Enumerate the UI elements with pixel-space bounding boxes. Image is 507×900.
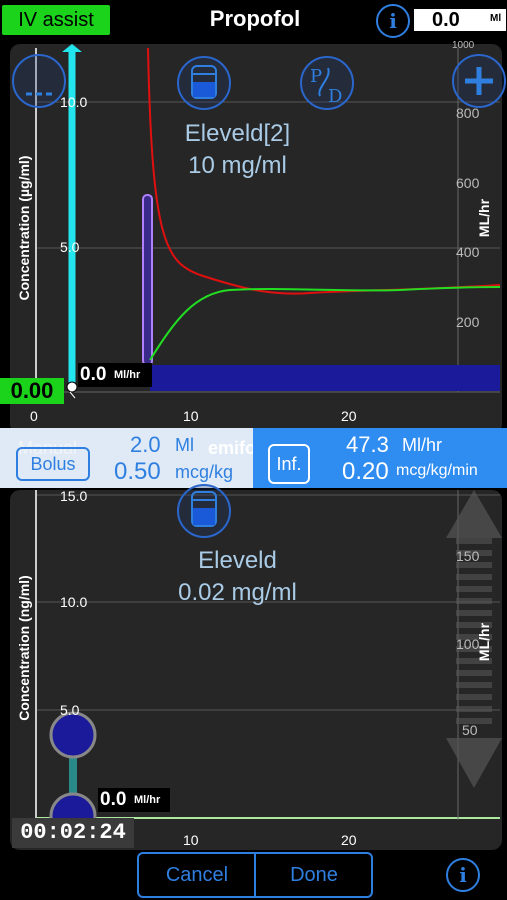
- rate-scale-bar: [456, 586, 492, 592]
- rate-down-arrow: [446, 738, 502, 788]
- infusion-dose: 0.20: [342, 458, 389, 485]
- cancel-button[interactable]: Cancel: [139, 853, 255, 897]
- right-axis-label: ML/hr: [476, 622, 492, 662]
- bolus-volume-unit: Ml: [175, 435, 194, 455]
- time-slider-arrow: [62, 44, 82, 52]
- right-tick: 1000: [452, 40, 475, 51]
- rate-up-arrow: [446, 490, 502, 538]
- bottom-x-tick: 20: [341, 832, 357, 848]
- svg-text:P: P: [310, 66, 322, 87]
- add-button[interactable]: [452, 54, 506, 108]
- infusion-dose-unit: mcg/kg/min: [396, 462, 478, 479]
- drug-concentration-label: 10 mg/ml: [188, 152, 287, 179]
- bottom-x-tick: 10: [183, 832, 199, 848]
- time-slider-tick: [69, 391, 76, 399]
- syringe-button[interactable]: [177, 484, 231, 538]
- top-rate-value: 0.0: [80, 364, 107, 385]
- bottom-rate-unit: Ml/hr: [134, 794, 161, 806]
- infusion-rate-unit: Ml/hr: [402, 435, 442, 455]
- dots-icon: [26, 92, 52, 96]
- pd-icon: P D: [310, 66, 342, 107]
- syringe-icon: [191, 491, 217, 527]
- drug-concentration-label: 0.02 mg/ml: [178, 579, 297, 606]
- rate-scale-bar: [456, 574, 492, 580]
- bottom-y-axis-label: Concentration (ng/ml): [16, 575, 32, 721]
- infusion-bar: [150, 365, 500, 391]
- right-tick: 50: [462, 722, 478, 738]
- rate-scale-bar: [456, 598, 492, 604]
- bolus-handle-top: [49, 711, 97, 759]
- bolus-dose-unit: mcg/kg: [175, 462, 234, 482]
- infusion-rate: 47.3: [346, 432, 389, 457]
- bolus-button[interactable]: Bolus: [16, 447, 90, 481]
- top-rate-label: 0.0 Ml/hr: [78, 363, 152, 387]
- bolus-volume: 2.0: [130, 432, 161, 457]
- right-axis-label: ML/hr: [476, 198, 492, 238]
- infusion-bar-end: [486, 369, 500, 391]
- bolus-dose: 0.50: [114, 458, 161, 485]
- infusion-button[interactable]: Inf.: [268, 444, 310, 484]
- syringe-button[interactable]: [177, 56, 231, 110]
- top-y-tick: 5.0: [60, 239, 80, 255]
- top-x-tick: 10: [183, 408, 199, 424]
- time-slider-handle: [66, 381, 78, 393]
- top-y-tick: 10.0: [60, 94, 88, 110]
- info-icon[interactable]: i: [446, 858, 480, 892]
- plus-icon: [465, 67, 493, 95]
- top-y-axis-label: Concentration (µg/ml): [16, 155, 32, 301]
- remifo-label: emifo: [208, 438, 257, 458]
- drug-model-label: Eleveld: [198, 547, 277, 574]
- bolus-marker: [142, 194, 153, 366]
- top-x-tick: 0: [30, 408, 38, 424]
- top-x-tick: 20: [341, 408, 357, 424]
- rate-scale-bar: [456, 694, 492, 700]
- elapsed-timer: 00:02:24: [12, 818, 134, 848]
- current-concentration-value: 0.00: [0, 378, 64, 404]
- syringe-icon: [191, 65, 217, 99]
- right-tick: 200: [456, 314, 480, 330]
- rate-scale-bar: [456, 538, 492, 544]
- bottom-y-tick: 5.0: [60, 702, 80, 718]
- right-tick: 150: [456, 548, 480, 564]
- top-chart[interactable]: [0, 0, 507, 434]
- done-button[interactable]: Done: [256, 853, 372, 897]
- top-rate-unit: Ml/hr: [114, 369, 141, 381]
- bottom-chart[interactable]: [0, 490, 507, 852]
- svg-text:D: D: [328, 86, 342, 107]
- menu-button[interactable]: [12, 54, 66, 108]
- pk-pd-button[interactable]: P D: [300, 56, 354, 110]
- rate-scale-bar: [456, 706, 492, 712]
- bottom-rate-value: 0.0: [100, 789, 127, 810]
- bottom-y-tick: 15.0: [60, 488, 88, 504]
- bottom-rate-label: 0.0 Ml/hr: [98, 788, 170, 812]
- effect-site-curve: [149, 286, 501, 361]
- bottom-y-tick: 10.0: [60, 594, 88, 610]
- drug-model-label: Eleveld[2]: [184, 120, 291, 147]
- rate-scale-bar: [456, 682, 492, 688]
